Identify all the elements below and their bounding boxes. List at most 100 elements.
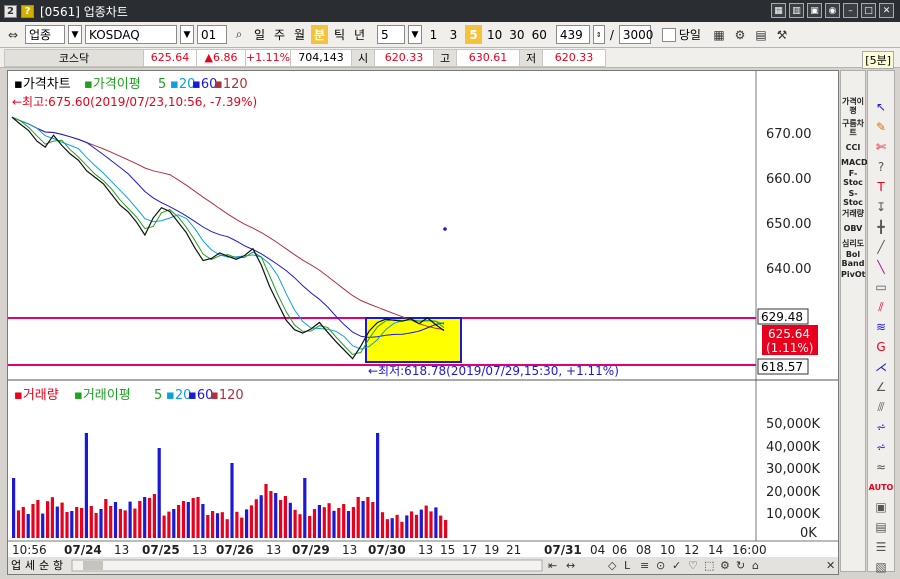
help-icon[interactable]: ? [21,4,34,18]
target-icon[interactable]: ⊙ [656,559,665,572]
angle-icon[interactable]: ∠ [868,377,894,397]
price-change: ▲6.86 [196,48,246,67]
chart-type-icon[interactable]: ✄ [868,137,894,157]
period-day[interactable]: 일 [251,25,268,44]
index-code-field[interactable]: 01 [197,25,227,44]
minute-5[interactable]: 5 [465,25,482,44]
indicator-fstoc[interactable]: F-Stoc [841,169,865,187]
tools-icon[interactable]: ⚒ [773,26,791,44]
horizontal-scrollbar[interactable] [71,559,543,572]
indicator-price-ma[interactable]: 가격이평 [841,97,865,115]
bottom-tab-detail[interactable]: 세 [25,559,35,572]
settings-icon[interactable]: ◉ [825,3,840,18]
search-icon[interactable]: ⌕ [230,26,248,44]
today-checkbox[interactable] [661,27,676,42]
help-tool-icon[interactable]: ? [868,157,894,177]
crosshair-icon[interactable]: ╋ [868,217,894,237]
market-dropdown-icon[interactable]: ▼ [68,25,82,44]
volume-bar [361,501,365,538]
interval-dropdown-icon[interactable]: ▼ [408,25,422,44]
trend-line-icon[interactable]: ╱ [868,237,894,257]
scroll-start-icon[interactable]: ⇤ [548,559,557,572]
chart-area[interactable]: ▪가격차트 ▪가격이평 5 ▪20 ▪60 ▪120 ←최고:675.60(20… [7,70,839,575]
wave-icon[interactable]: ≈ [868,457,894,477]
scroll-thumb[interactable] [83,561,103,570]
indicator-obv[interactable]: OBV [841,224,865,233]
interval-field[interactable]: 5 [377,25,405,44]
gann-icon[interactable]: G [868,337,894,357]
period-minute[interactable]: 분 [311,25,328,44]
period-year[interactable]: 년 [351,25,368,44]
speed-fan-icon[interactable]: ⋌ [868,357,894,377]
channel-icon[interactable]: ⫻ [868,397,894,417]
refresh-icon[interactable]: ↻ [736,559,745,572]
gear-small-icon[interactable]: ⚙ [720,559,730,572]
indicator-cloud[interactable]: 구름차트 [841,119,865,137]
x-label: 13 [192,543,207,557]
total-field[interactable]: 3000 [618,25,653,44]
bottom-tab-industry[interactable]: 업 [11,559,21,572]
market-select[interactable]: 업종 [25,25,65,44]
cursor-icon[interactable]: ↖ [868,97,894,117]
chart-svg[interactable]: ▪가격차트 ▪가격이평 5 ▪20 ▪60 ▪120 ←최고:675.60(20… [8,71,838,574]
layout-icon[interactable]: ▦ [771,3,786,18]
volume-bar [65,512,69,538]
count-spinner-icon[interactable]: ⇕ [592,25,605,44]
bottom-tab-order[interactable]: 순 [39,559,49,572]
check-icon[interactable]: ✓ [672,559,681,572]
auto-icon[interactable]: AUTO [868,477,894,497]
indicator-cci[interactable]: CCI [841,143,865,152]
paint-icon[interactable]: ╲ [868,257,894,277]
print-icon[interactable]: ▣ [807,3,822,18]
log-scale-icon[interactable]: L [624,559,631,572]
remove-icon[interactable]: ✕ [826,559,835,572]
volume-bar [371,502,375,538]
pin-icon[interactable]: ⇔ [4,26,22,44]
elliott-wave-icon[interactable]: ⩫ [868,437,894,457]
close-button[interactable]: ✕ [879,3,894,18]
index-dropdown-icon[interactable]: ▼ [180,25,194,44]
eraser-icon[interactable]: ✎ [868,117,894,137]
indicator-volume[interactable]: 거래량 [841,209,865,218]
home-icon[interactable]: ⌂ [752,559,759,572]
volume-bar [94,513,98,538]
panel-icon[interactable]: ▣ [868,497,894,517]
indicator-psychology[interactable]: 심리도 [841,239,865,248]
minimize-button[interactable]: – [843,3,858,18]
minute-60[interactable]: 60 [530,25,549,44]
gear-icon[interactable]: ⚙ [731,26,749,44]
minute-3[interactable]: 3 [445,25,462,44]
fibonacci-fan-icon[interactable]: ≋ [868,317,894,337]
period-week[interactable]: 주 [271,25,288,44]
minute-1[interactable]: 1 [425,25,442,44]
save-icon[interactable]: ▧ [868,557,894,577]
index-name-field[interactable]: KOSDAQ [85,25,177,44]
list-icon[interactable]: ≡ [640,559,649,572]
print-icon-2[interactable]: ▤ [752,26,770,44]
bottom-tab-item[interactable]: 항 [53,559,63,572]
note-icon[interactable]: ▤ [868,517,894,537]
grid-settings-icon[interactable]: ▦ [710,26,728,44]
fibonacci-icon[interactable]: ⫽ [868,297,894,317]
pattern-icon[interactable]: ⩫ [868,417,894,437]
frame-icon[interactable]: ⬚ [704,559,714,572]
indicator-macd[interactable]: MACD [841,158,868,167]
vertical-line-icon[interactable]: ↧ [868,197,894,217]
minute-30[interactable]: 30 [507,25,526,44]
period-month[interactable]: 월 [291,25,308,44]
heart-icon[interactable]: ♡ [688,559,698,572]
period-tick[interactable]: 틱 [331,25,348,44]
zoom-icon[interactable]: ↔ [566,559,575,572]
text-tool-icon[interactable]: T [868,177,894,197]
link-icon[interactable]: ▥ [789,3,804,18]
volume-bar [186,502,190,538]
menu-icon[interactable]: ☰ [868,537,894,557]
count-field[interactable]: 439 [555,25,590,44]
minute-10[interactable]: 10 [485,25,504,44]
diamond-icon[interactable]: ◇ [608,559,617,572]
indicator-pivot[interactable]: PivOt [841,270,865,279]
rectangle-icon[interactable]: ▭ [868,277,894,297]
indicator-bollinger[interactable]: Bol Band [841,250,865,268]
indicator-sstoc[interactable]: S-Stoc [841,189,865,207]
maximize-button[interactable]: □ [861,3,876,18]
